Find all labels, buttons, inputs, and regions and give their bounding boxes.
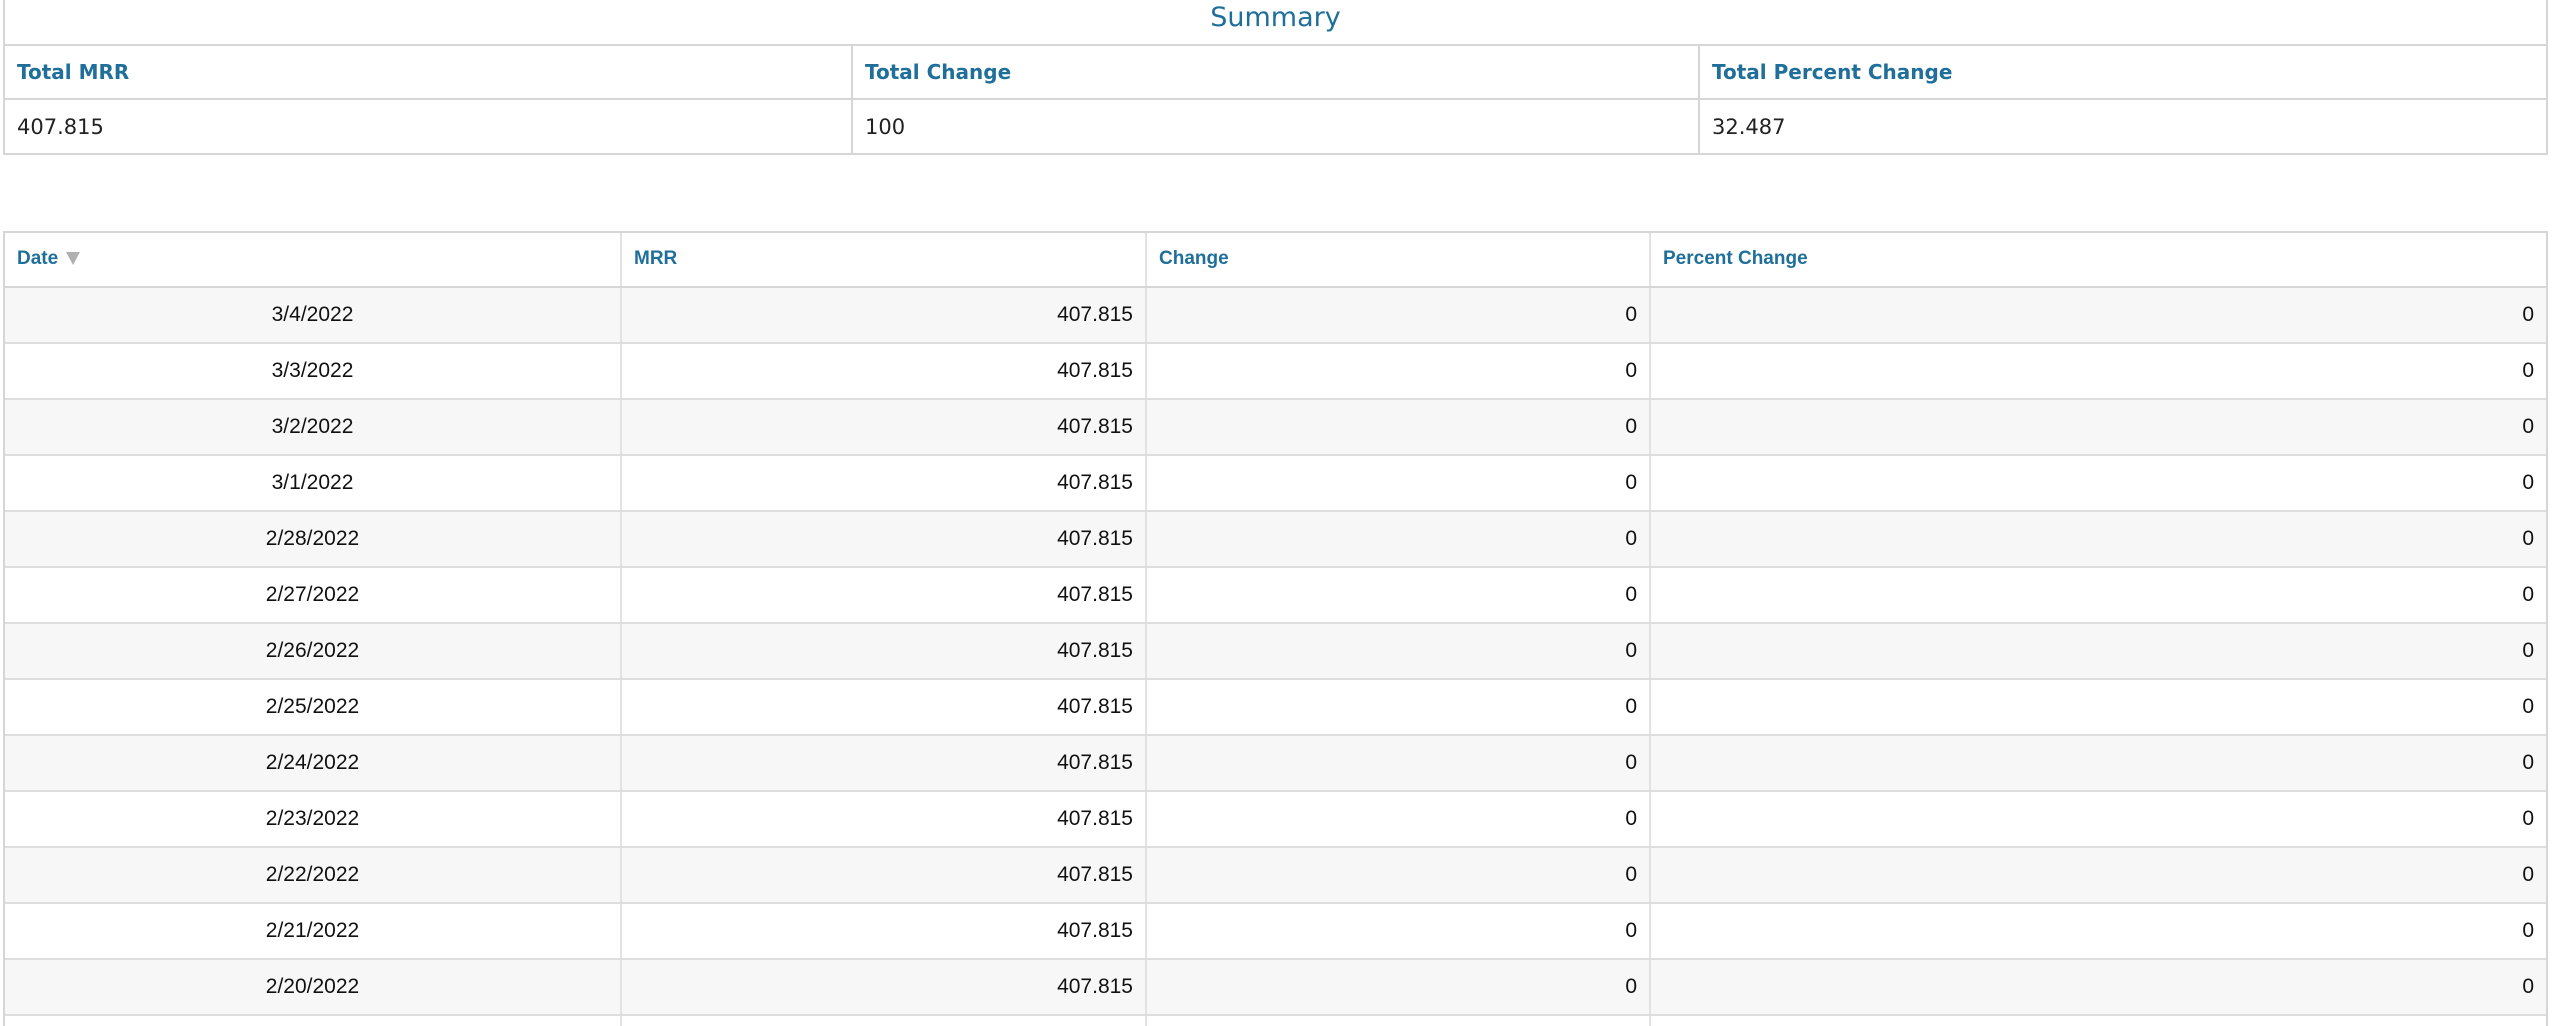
mrr-data-grid: Date MRR Change Percent Change 3/4/2022 4… bbox=[3, 231, 2548, 1026]
cell-date: 2/20/2022 bbox=[5, 960, 622, 1014]
cell-percent-change: 0 bbox=[2522, 583, 2534, 606]
cell-mrr: 407.815 bbox=[622, 904, 1147, 958]
sort-desc-icon[interactable] bbox=[66, 252, 81, 265]
summary-value-total-change: 100 bbox=[853, 100, 1700, 155]
cell-date: 2/28/2022 bbox=[5, 512, 622, 566]
cell-change: 0 bbox=[1147, 568, 1651, 622]
cell-mrr: 407.815 bbox=[622, 400, 1147, 454]
cell-change: 0 bbox=[1147, 288, 1651, 342]
cell-percent-change: 0 bbox=[2522, 807, 2534, 830]
table-row[interactable]: 2/24/2022 407.815 0 0 bbox=[5, 736, 2546, 792]
cell-percent-change: 0 bbox=[2522, 415, 2534, 438]
cell-date: 2/22/2022 bbox=[5, 848, 622, 902]
column-header-date-label: Date bbox=[17, 248, 59, 269]
cell-date: 2/27/2022 bbox=[5, 568, 622, 622]
column-header-change[interactable]: Change bbox=[1147, 233, 1651, 286]
cell-mrr: 407.815 bbox=[622, 960, 1147, 1014]
column-header-mrr-label: MRR bbox=[634, 248, 678, 269]
cell-percent-change: 0 bbox=[2522, 919, 2534, 942]
cell-percent-change: 0 bbox=[2522, 359, 2534, 382]
cell-date: 3/3/2022 bbox=[5, 344, 622, 398]
grid-header-row: Date MRR Change Percent Change bbox=[5, 233, 2546, 288]
column-header-date[interactable]: Date bbox=[5, 233, 622, 286]
cell-date: 3/4/2022 bbox=[5, 288, 622, 342]
column-header-percent-change-label: Percent Change bbox=[1663, 248, 1808, 269]
cell-mrr: 407.815 bbox=[622, 736, 1147, 790]
cell-date: 3/1/2022 bbox=[5, 456, 622, 510]
summary-value-total-mrr: 407.815 bbox=[5, 100, 853, 155]
cell-mrr: 407.815 bbox=[622, 792, 1147, 846]
cell-change: 0 bbox=[1147, 792, 1651, 846]
table-row[interactable]: 2/19/2022407.81500 bbox=[5, 1016, 2546, 1026]
grid-body: 3/4/2022 407.815 0 0 3/3/2022 407.815 0 0 3/2/20… bbox=[5, 288, 2546, 1026]
cell-mrr: 407.815 bbox=[622, 344, 1147, 398]
cell-percent-change: 0 bbox=[2522, 471, 2534, 494]
report-page: Summary Total MRR Total Change Total Per… bbox=[0, 0, 2552, 1026]
summary-header-total-percent-change: Total Percent Change bbox=[1700, 46, 2546, 100]
cell-percent-change: 0 bbox=[2522, 975, 2534, 998]
cell-percent-change: 0 bbox=[2522, 527, 2534, 550]
cell-change: 0 bbox=[1147, 512, 1651, 566]
table-row[interactable]: 3/1/2022 407.815 0 0 bbox=[5, 456, 2546, 512]
cell-change: 0 bbox=[1147, 960, 1651, 1014]
column-header-mrr[interactable]: MRR bbox=[622, 233, 1147, 286]
table-row[interactable]: 2/28/2022 407.815 0 0 bbox=[5, 512, 2546, 568]
cell-percent-change: 0 bbox=[1651, 1016, 2546, 1026]
cell-mrr: 407.815 bbox=[622, 624, 1147, 678]
cell-change: 0 bbox=[1147, 624, 1651, 678]
table-row[interactable]: 3/2/2022 407.815 0 0 bbox=[5, 400, 2546, 456]
table-row[interactable]: 2/27/2022 407.815 0 0 bbox=[5, 568, 2546, 624]
cell-mrr: 407.815 bbox=[622, 1016, 1147, 1026]
table-row[interactable]: 3/4/2022 407.815 0 0 bbox=[5, 288, 2546, 344]
cell-percent-change: 0 bbox=[2522, 695, 2534, 718]
table-row[interactable]: 2/21/2022 407.815 0 0 bbox=[5, 904, 2546, 960]
cell-date: 2/19/2022 bbox=[5, 1016, 622, 1026]
cell-percent-change: 0 bbox=[2522, 751, 2534, 774]
column-header-change-label: Change bbox=[1159, 248, 1229, 269]
cell-change: 0 bbox=[1147, 1016, 1651, 1026]
cell-date: 3/2/2022 bbox=[5, 400, 622, 454]
summary-panel: Summary Total MRR Total Change Total Per… bbox=[3, 0, 2548, 155]
cell-mrr: 407.815 bbox=[622, 848, 1147, 902]
table-row[interactable]: 2/25/2022 407.815 0 0 bbox=[5, 680, 2546, 736]
cell-mrr: 407.815 bbox=[622, 568, 1147, 622]
cell-mrr: 407.815 bbox=[622, 456, 1147, 510]
cell-mrr: 407.815 bbox=[622, 512, 1147, 566]
table-row[interactable]: 3/3/2022 407.815 0 0 bbox=[5, 344, 2546, 400]
cell-change: 0 bbox=[1147, 400, 1651, 454]
summary-value-total-percent-change: 32.487 bbox=[1700, 100, 2546, 155]
summary-title: Summary bbox=[5, 0, 2546, 46]
table-row[interactable]: 2/26/2022 407.815 0 0 bbox=[5, 624, 2546, 680]
cell-date: 2/21/2022 bbox=[5, 904, 622, 958]
table-row[interactable]: 2/20/2022 407.815 0 0 bbox=[5, 960, 2546, 1016]
cell-change: 0 bbox=[1147, 848, 1651, 902]
cell-mrr: 407.815 bbox=[622, 680, 1147, 734]
summary-grid: Total MRR Total Change Total Percent Cha… bbox=[5, 46, 2546, 155]
cell-date: 2/24/2022 bbox=[5, 736, 622, 790]
cell-date: 2/25/2022 bbox=[5, 680, 622, 734]
summary-header-total-change: Total Change bbox=[853, 46, 1700, 100]
cell-mrr: 407.815 bbox=[622, 288, 1147, 342]
cell-change: 0 bbox=[1147, 680, 1651, 734]
cell-change: 0 bbox=[1147, 456, 1651, 510]
cell-percent-change: 0 bbox=[2522, 639, 2534, 662]
cell-change: 0 bbox=[1147, 344, 1651, 398]
cell-change: 0 bbox=[1147, 904, 1651, 958]
cell-date: 2/26/2022 bbox=[5, 624, 622, 678]
column-header-percent-change[interactable]: Percent Change bbox=[1651, 233, 2546, 286]
cell-change: 0 bbox=[1147, 736, 1651, 790]
table-row[interactable]: 2/23/2022 407.815 0 0 bbox=[5, 792, 2546, 848]
cell-percent-change: 0 bbox=[2522, 303, 2534, 326]
summary-header-total-mrr: Total MRR bbox=[5, 46, 853, 100]
table-row[interactable]: 2/22/2022 407.815 0 0 bbox=[5, 848, 2546, 904]
cell-date: 2/23/2022 bbox=[5, 792, 622, 846]
cell-percent-change: 0 bbox=[2522, 863, 2534, 886]
